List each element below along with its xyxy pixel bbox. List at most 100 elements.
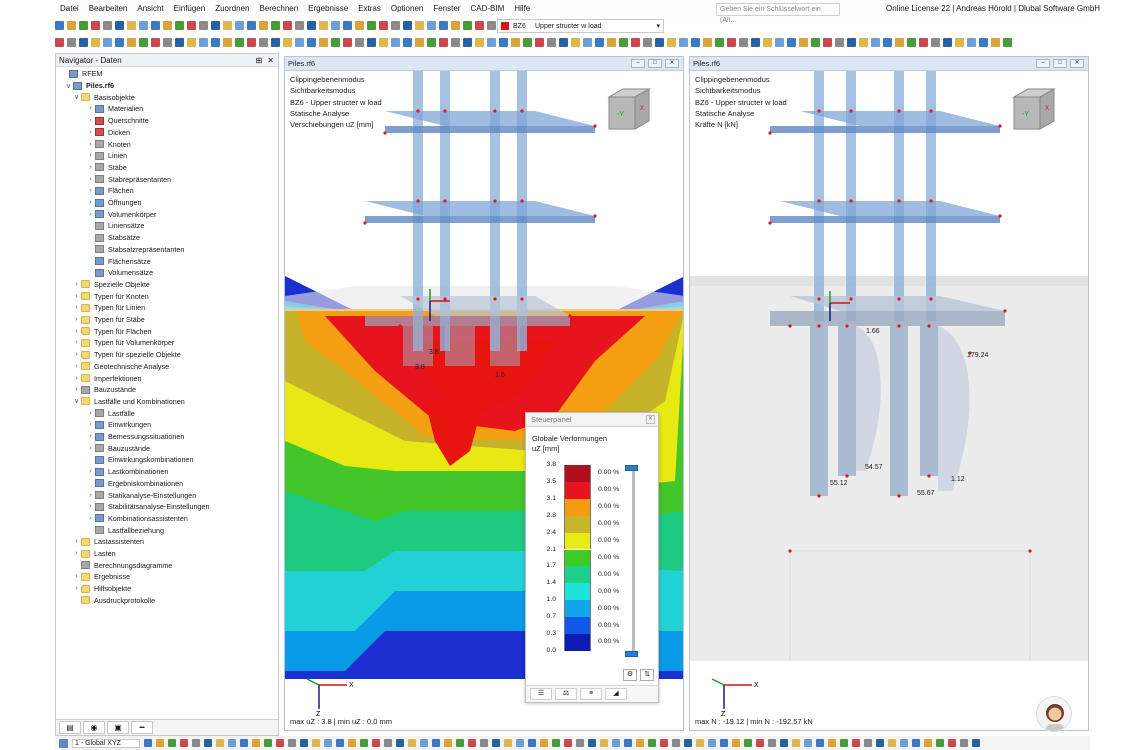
status-tool-icon[interactable] [636, 739, 644, 747]
status-tool-icon[interactable] [744, 739, 752, 747]
legend-slider-track[interactable] [632, 467, 635, 653]
tree-item[interactable]: › Knoten [86, 138, 130, 150]
chevron-right-icon[interactable]: › [86, 410, 95, 417]
tree-item[interactable]: › Typen für Flächen [72, 325, 151, 337]
coordinate-system-select[interactable]: 1 - Global XYZ [72, 738, 140, 748]
status-tool-icon[interactable] [180, 739, 188, 747]
chevron-right-icon[interactable]: › [72, 550, 81, 557]
legend-slider-handle-top[interactable] [625, 465, 638, 471]
status-tool-icon[interactable] [864, 739, 872, 747]
chevron-right-icon[interactable]: › [86, 129, 95, 136]
tab-data-icon[interactable]: ▤ [59, 721, 81, 734]
toolbar-button-icon[interactable] [427, 21, 436, 30]
status-tool-icon[interactable] [564, 739, 572, 747]
toolbar-button-icon[interactable] [991, 38, 1000, 47]
toolbar-button-icon[interactable] [235, 38, 244, 47]
status-tool-icon[interactable] [516, 739, 524, 747]
tab-views-icon[interactable]: ▣ [107, 721, 129, 734]
menu-item[interactable]: Datei [55, 0, 84, 18]
toolbar-button-icon[interactable] [511, 38, 520, 47]
toolbar-button-icon[interactable] [307, 38, 316, 47]
status-tool-icon[interactable] [144, 739, 152, 747]
chevron-right-icon[interactable]: › [86, 445, 95, 452]
toolbar-button-icon[interactable] [331, 21, 340, 30]
tree-item[interactable]: › Bauzustände [86, 442, 150, 454]
toolbar-button-icon[interactable] [343, 38, 352, 47]
status-tool-icon[interactable] [888, 739, 896, 747]
tree-item[interactable]: › Volumenkörper [86, 208, 156, 220]
toolbar-button-icon[interactable] [163, 38, 172, 47]
toolbar-button-icon[interactable] [67, 21, 76, 30]
toolbar-button-icon[interactable] [1003, 38, 1012, 47]
toolbar-button-icon[interactable] [451, 21, 460, 30]
toolbar-button-icon[interactable] [199, 21, 208, 30]
chevron-right-icon[interactable]: › [72, 351, 81, 358]
status-tool-icon[interactable] [396, 739, 404, 747]
toolbar-button-icon[interactable] [367, 38, 376, 47]
close-icon[interactable]: ✕ [267, 56, 274, 65]
legend-settings-icon[interactable]: ⚙ [623, 669, 637, 681]
close-icon[interactable]: ✕ [646, 415, 655, 424]
chevron-right-icon[interactable]: › [72, 316, 81, 323]
toolbar-button-icon[interactable] [463, 21, 472, 30]
toolbar-button-icon[interactable] [739, 38, 748, 47]
toolbar-button-icon[interactable] [379, 38, 388, 47]
minimize-button[interactable]: – [1036, 59, 1050, 68]
toolbar-button-icon[interactable] [607, 38, 616, 47]
tree-item[interactable]: › Flächen [86, 185, 133, 197]
chevron-right-icon[interactable]: › [72, 304, 81, 311]
toolbar-button-icon[interactable] [223, 38, 232, 47]
model-render-forces[interactable]: 179.24 54.57 55.12 55.67 1.12 1.66 [690, 71, 1089, 731]
toolbar-button-icon[interactable] [751, 38, 760, 47]
toolbar-button-icon[interactable] [211, 38, 220, 47]
status-tool-icon[interactable] [228, 739, 236, 747]
status-tool-icon[interactable] [240, 739, 248, 747]
status-tool-icon[interactable] [840, 739, 848, 747]
chevron-right-icon[interactable]: › [86, 117, 95, 124]
tree-item[interactable]: › Bauzustände [72, 384, 136, 396]
status-tool-icon[interactable] [900, 739, 908, 747]
toolbar-button-icon[interactable] [547, 38, 556, 47]
toolbar-button-icon[interactable] [859, 38, 868, 47]
status-tool-icon[interactable] [456, 739, 464, 747]
toolbar-button-icon[interactable] [811, 38, 820, 47]
chevron-down-icon[interactable]: ∨ [64, 82, 73, 90]
status-tool-icon[interactable] [444, 739, 452, 747]
tree-item[interactable]: Ausdruckprotokolle [72, 595, 155, 607]
toolbar-button-icon[interactable] [655, 38, 664, 47]
status-tool-icon[interactable] [648, 739, 656, 747]
toolbar-button-icon[interactable] [259, 21, 268, 30]
toolbar-button-icon[interactable] [907, 38, 916, 47]
toolbar-button-icon[interactable] [715, 38, 724, 47]
toolbar-button-icon[interactable] [55, 21, 64, 30]
toolbar-button-icon[interactable] [487, 21, 496, 30]
toolbar-button-icon[interactable] [271, 38, 280, 47]
menu-item[interactable]: Einfügen [169, 0, 211, 18]
status-tool-icon[interactable] [360, 739, 368, 747]
toolbar-button-icon[interactable] [871, 38, 880, 47]
toolbar-button-icon[interactable] [775, 38, 784, 47]
close-button[interactable]: ✕ [1070, 59, 1084, 68]
view-cube-icon[interactable]: -Y X [603, 85, 655, 135]
tree-item[interactable]: › Lasten [72, 548, 115, 560]
toolbar-button-icon[interactable] [295, 38, 304, 47]
toolbar-button-icon[interactable] [403, 21, 412, 30]
toolbar-button-icon[interactable] [91, 21, 100, 30]
toolbar-button-icon[interactable] [283, 38, 292, 47]
toolbar-button-icon[interactable] [271, 21, 280, 30]
status-tool-icon[interactable] [324, 739, 332, 747]
tree-item[interactable]: › Stabrepräsentanten [86, 173, 171, 185]
menu-item[interactable]: Zuordnen [210, 0, 254, 18]
toolbar-button-icon[interactable] [787, 38, 796, 47]
toolbar-button-icon[interactable] [91, 38, 100, 47]
status-tool-icon[interactable] [624, 739, 632, 747]
tree-item[interactable]: Volumensätze [86, 267, 153, 279]
tree-item[interactable]: › Typen für Stäbe [72, 314, 144, 326]
status-tool-icon[interactable] [828, 739, 836, 747]
toolbar-button-icon[interactable] [967, 38, 976, 47]
toolbar-button-icon[interactable] [799, 38, 808, 47]
menu-item[interactable]: Extras [353, 0, 386, 18]
status-tool-icon[interactable] [924, 739, 932, 747]
toolbar-button-icon[interactable] [571, 38, 580, 47]
chevron-right-icon[interactable]: › [86, 492, 95, 499]
